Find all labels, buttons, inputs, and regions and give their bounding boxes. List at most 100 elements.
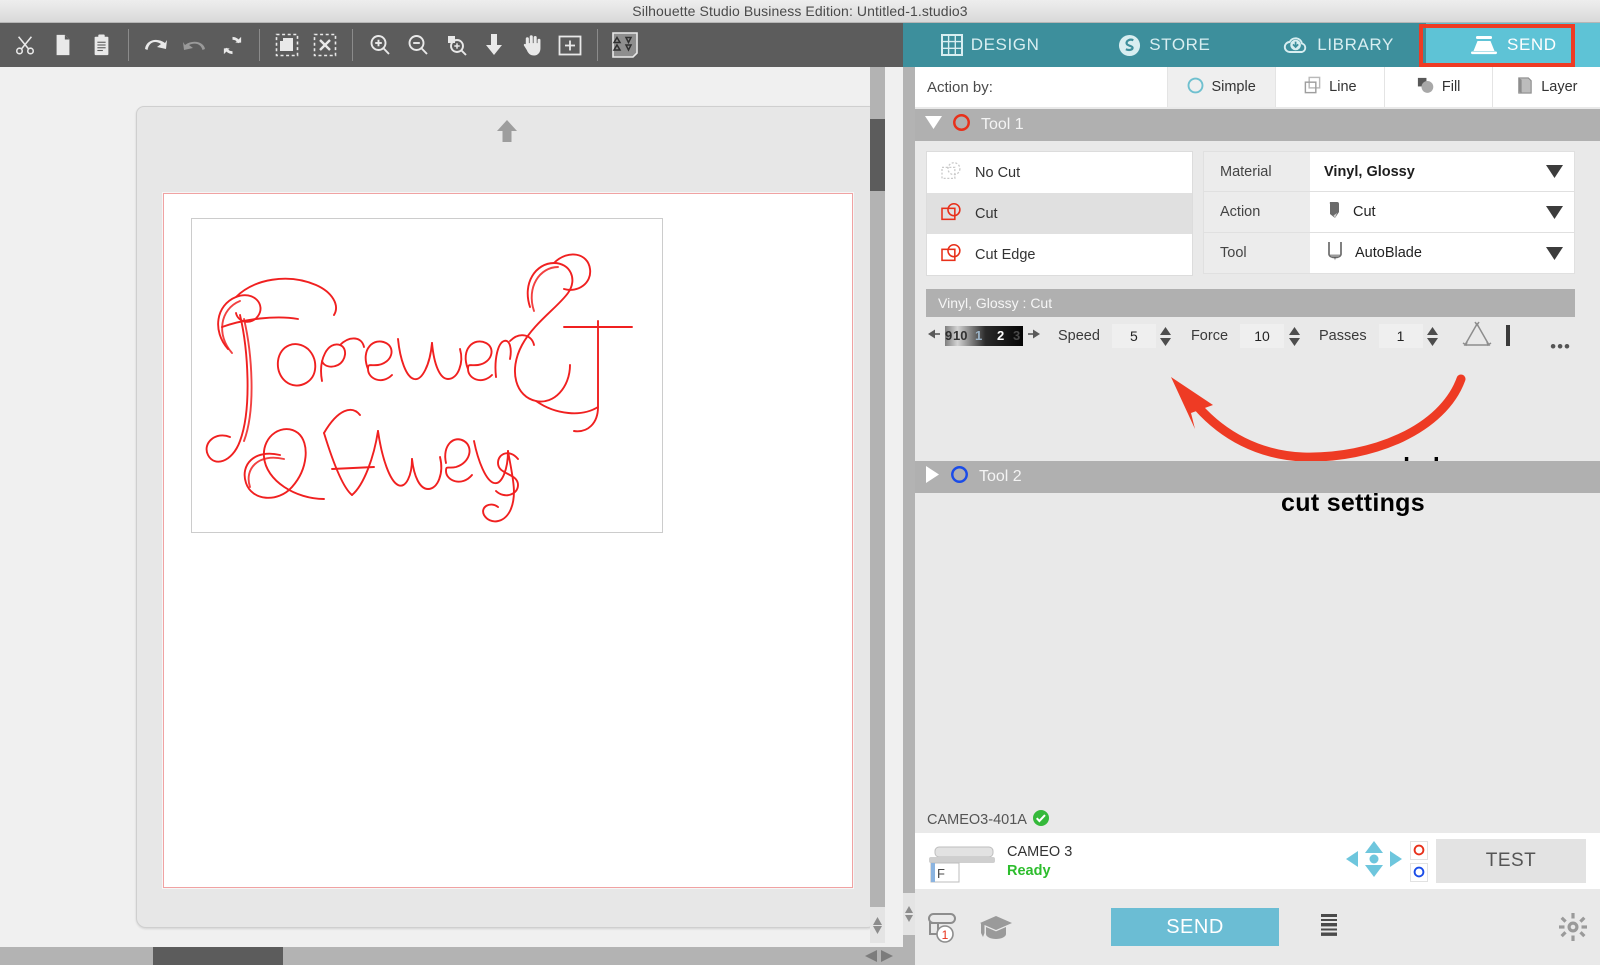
option-no-cut-label: No Cut [975, 164, 1021, 181]
action-dropdown-caret[interactable] [1534, 192, 1574, 232]
cloud-download-icon [1283, 34, 1309, 56]
canvas-vertical-scroll-buttons[interactable] [870, 907, 885, 943]
canvas-horizontal-scrollbar[interactable] [0, 947, 903, 965]
tab-store-label: STORE [1149, 35, 1211, 54]
zoom-out-icon[interactable] [399, 26, 437, 64]
action-by-tab-line[interactable]: Line [1275, 67, 1383, 107]
passes-input[interactable]: 1 [1378, 324, 1423, 348]
option-cut-edge-label: Cut Edge [975, 246, 1036, 263]
cut-settings-subheader: Vinyl, Glossy : Cut [926, 289, 1575, 317]
scroll-down-icon[interactable] [905, 915, 913, 922]
scroll-right-icon[interactable] [880, 950, 893, 962]
select-all-icon[interactable] [268, 26, 306, 64]
dpad-icon[interactable] [1346, 840, 1402, 882]
fit-to-page-icon[interactable] [475, 26, 513, 64]
line-segment-checkbox[interactable] [1505, 325, 1510, 346]
device-name: CAMEO 3 [1007, 843, 1073, 860]
material-label: Material [1204, 152, 1310, 191]
page-feed-arrow-icon [494, 119, 520, 148]
more-options-menu[interactable]: ••• [1550, 337, 1571, 357]
zoom-region-icon[interactable] [551, 26, 589, 64]
cutting-page[interactable] [163, 193, 853, 888]
undo-icon[interactable] [137, 26, 175, 64]
autoblade-icon [1324, 240, 1346, 266]
scroll-up-icon[interactable] [905, 906, 913, 913]
copy-icon[interactable] [44, 26, 82, 64]
passes-stepper[interactable] [1426, 323, 1440, 349]
material-field-row[interactable]: Material Vinyl, Glossy [1203, 151, 1575, 192]
top-navigation: DESIGN STORE LIBRARY SEND [903, 23, 1600, 67]
option-cut-label: Cut [975, 205, 998, 222]
design-workspace[interactable] [0, 67, 903, 965]
canvas-vertical-scrollbar[interactable] [870, 67, 885, 925]
artwork-forever-and-always[interactable] [192, 219, 664, 534]
send-button[interactable]: SEND [1111, 908, 1279, 946]
tool2-title: Tool 2 [979, 468, 1022, 485]
main-toolbar [0, 23, 903, 67]
device-card[interactable]: F CAMEO 3 Ready TEST [915, 833, 1600, 889]
action-field-row[interactable]: Action Cut [1203, 192, 1575, 233]
panel-scroll-buttons[interactable] [903, 893, 915, 935]
speed-label: Speed [1058, 328, 1100, 344]
tab-library[interactable]: LIBRARY [1251, 23, 1426, 67]
list-lines-icon[interactable] [1305, 914, 1359, 940]
scroll-left-icon[interactable] [865, 950, 878, 962]
cutting-mat-icon[interactable]: 1 [915, 909, 969, 945]
tool2-expand-triangle-icon[interactable] [925, 466, 940, 488]
speed-stepper[interactable] [1159, 323, 1173, 349]
toolbar-group-selection [262, 23, 350, 67]
pan-hand-icon[interactable] [513, 26, 551, 64]
tab-store[interactable]: STORE [1077, 23, 1252, 67]
speed-input[interactable]: 5 [1111, 324, 1156, 348]
action-by-tab-simple[interactable]: Simple [1167, 67, 1276, 107]
action-by-tab-fill-label: Fill [1441, 79, 1461, 95]
tab-send[interactable]: SEND [1425, 23, 1600, 67]
tool-dropdown-caret[interactable] [1534, 233, 1574, 273]
tool1-expand-triangle-icon[interactable] [925, 115, 942, 135]
action-by-tab-fill[interactable]: Fill [1383, 67, 1492, 107]
blade-increase-arrow-icon[interactable] [1028, 327, 1040, 345]
tool-field-row[interactable]: Tool AutoBlade [1203, 233, 1575, 274]
zoom-selection-icon[interactable] [437, 26, 475, 64]
tool-value-wrap: AutoBlade [1310, 233, 1534, 273]
tool1-header[interactable]: Tool 1 [915, 109, 1600, 141]
tool2-header[interactable]: Tool 2 [915, 461, 1600, 493]
cut-icon[interactable] [6, 26, 44, 64]
refresh-icon[interactable] [213, 26, 251, 64]
canvas-horizontal-scroll-buttons[interactable] [855, 947, 903, 965]
blade-depth-control[interactable]: 9 10 1 2 3 [928, 326, 1040, 346]
action-value: Cut [1353, 204, 1376, 220]
tab-design[interactable]: DESIGN [903, 23, 1078, 67]
paste-icon[interactable] [82, 26, 120, 64]
tool1-action-options: No Cut Cut Cut Edge [926, 151, 1193, 276]
gear-icon[interactable] [1546, 912, 1600, 942]
scroll-down-icon[interactable] [873, 925, 882, 934]
tool-label: Tool [1204, 233, 1310, 273]
redo-icon[interactable] [175, 26, 213, 64]
tool-slot-1 [1410, 840, 1428, 860]
material-dropdown-caret[interactable] [1534, 152, 1574, 191]
action-value-wrap: Cut [1310, 192, 1534, 232]
canvas-horizontal-scroll-thumb[interactable] [153, 947, 283, 965]
option-cut[interactable]: Cut [927, 193, 1192, 234]
force-stepper[interactable] [1287, 323, 1301, 349]
test-button[interactable]: TEST [1436, 839, 1586, 883]
zoom-in-icon[interactable] [361, 26, 399, 64]
graduation-cap-icon[interactable] [969, 912, 1023, 942]
toolbar-divider [259, 29, 260, 61]
action-by-tab-layer[interactable]: Layer [1491, 67, 1600, 107]
blade-depth-ribbon[interactable]: 9 10 1 2 3 [945, 326, 1023, 346]
artwork-bounding-box[interactable] [191, 218, 663, 533]
force-input[interactable]: 10 [1240, 324, 1285, 348]
blade-decrease-arrow-icon[interactable] [928, 327, 940, 345]
panel-scroll-rail[interactable] [903, 67, 915, 965]
preview-icon[interactable] [606, 26, 644, 64]
toolbar-divider [352, 29, 353, 61]
overcut-triangle-icon[interactable] [1462, 320, 1492, 353]
canvas-vertical-scroll-thumb[interactable] [870, 119, 885, 191]
deselect-all-icon[interactable] [306, 26, 344, 64]
blade-number-2: 2 [997, 328, 1005, 343]
option-cut-edge[interactable]: Cut Edge [927, 234, 1192, 275]
option-no-cut[interactable]: No Cut [927, 152, 1192, 193]
scroll-up-icon[interactable] [873, 916, 882, 925]
